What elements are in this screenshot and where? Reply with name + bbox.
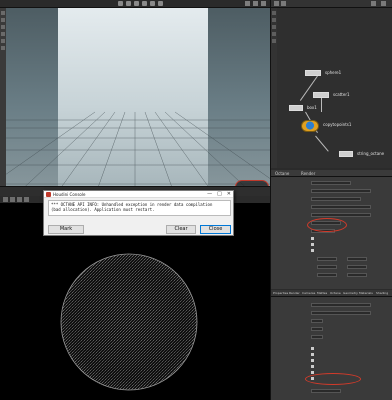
highlight-annotation: [305, 373, 361, 385]
dialog-title: Houdini Console: [53, 192, 86, 197]
param-field[interactable]: [311, 213, 371, 217]
view-menu-icon[interactable]: [261, 1, 266, 6]
tab-render[interactable]: Render: [289, 291, 300, 295]
lights-icon[interactable]: [1, 39, 5, 43]
param-field[interactable]: [311, 205, 371, 209]
pose-icon[interactable]: [150, 1, 155, 6]
houdini-logo-icon: [46, 192, 51, 197]
right-panels: sphere1 scatter1 box1 copytopoints1 stri…: [270, 0, 392, 400]
pane-tool-icon[interactable]: [272, 32, 276, 36]
node-box1[interactable]: [289, 105, 303, 111]
param-field[interactable]: [311, 319, 323, 323]
wireframe-icon[interactable]: [1, 25, 5, 29]
pane-tool-icon[interactable]: [272, 18, 276, 22]
snap-icon[interactable]: [1, 11, 5, 15]
object-parameters[interactable]: [271, 297, 392, 400]
highlight-annotation: [307, 218, 347, 232]
shaded-icon[interactable]: [1, 32, 5, 36]
clear-button[interactable]: Clear: [166, 225, 196, 234]
tab-octane[interactable]: Octane: [330, 291, 341, 295]
pane-tool-icon[interactable]: [272, 39, 276, 43]
network-options-icon[interactable]: [371, 1, 376, 6]
pane-tool-icon[interactable]: [272, 25, 276, 29]
param-field[interactable]: [347, 273, 367, 277]
param-checkbox[interactable]: [311, 347, 314, 350]
param-field[interactable]: [311, 189, 371, 193]
mark-button[interactable]: Mark: [48, 225, 84, 234]
param-field[interactable]: [311, 303, 371, 307]
pivot-icon[interactable]: [1, 18, 5, 22]
console-output[interactable]: *** OCTANE API INFO: Unhandled exception…: [48, 200, 231, 216]
param-field[interactable]: [347, 265, 367, 269]
param-field[interactable]: [311, 327, 323, 331]
houdini-console-dialog: Houdini Console — □ ✕ *** OCTANE API INF…: [43, 190, 234, 236]
node-label: scatter1: [333, 92, 350, 97]
param-field[interactable]: [317, 265, 337, 269]
param-field[interactable]: [311, 181, 351, 185]
node-string-octane[interactable]: [339, 151, 353, 157]
tab-materials[interactable]: Materials: [359, 291, 373, 295]
param-field[interactable]: [317, 273, 337, 277]
param-field[interactable]: [311, 197, 361, 201]
back-icon[interactable]: [274, 1, 279, 6]
node-label: box1: [307, 105, 317, 110]
param-checkbox[interactable]: [311, 243, 314, 246]
node-scatter1[interactable]: [313, 92, 329, 98]
console-message-line: (bad allocation). Application must resta…: [51, 207, 155, 212]
node-sphere1[interactable]: [305, 70, 321, 76]
param-field[interactable]: [347, 257, 367, 261]
scene-viewport[interactable]: [0, 0, 270, 196]
select-tool-icon[interactable]: [118, 1, 123, 6]
node-wire: [321, 98, 322, 112]
ghost-icon[interactable]: [1, 46, 5, 50]
viewport-toolbar: [0, 0, 270, 8]
param-field[interactable]: [317, 257, 337, 261]
param-checkbox[interactable]: [311, 249, 314, 252]
pane-tool-icon[interactable]: [272, 11, 276, 15]
param-field[interactable]: [311, 389, 341, 393]
tab-properties[interactable]: Properties: [273, 291, 288, 295]
network-editor[interactable]: sphere1 scatter1 box1 copytopoints1 stri…: [277, 8, 392, 168]
param-field[interactable]: [311, 311, 371, 315]
node-copytopoints1[interactable]: [301, 120, 319, 132]
close-button[interactable]: Close: [200, 225, 231, 234]
node-label: string_octane: [357, 151, 385, 156]
handle-icon[interactable]: [158, 1, 163, 6]
rotate-icon[interactable]: [134, 1, 139, 6]
param-checkbox[interactable]: [311, 359, 314, 362]
tab-octane[interactable]: Octane: [275, 171, 289, 176]
network-help-icon[interactable]: [381, 1, 386, 6]
close-icon[interactable]: ✕: [227, 191, 231, 198]
object-section-tabs: Properties Render Cameras Mattes Octane …: [271, 290, 392, 297]
tab-geometry[interactable]: Geometry: [343, 291, 358, 295]
houdini-window: Houdini Console — □ ✕ *** OCTANE API INF…: [0, 0, 392, 400]
maximize-icon[interactable]: □: [217, 191, 222, 198]
camera-menu-icon[interactable]: [245, 1, 250, 6]
node-label: copytopoints1: [323, 122, 352, 127]
display-options-icon[interactable]: [253, 1, 258, 6]
forward-icon[interactable]: [281, 1, 286, 6]
tab-shading[interactable]: Shading: [376, 291, 388, 295]
parameter-editor[interactable]: [271, 177, 392, 289]
transform-icon[interactable]: [126, 1, 131, 6]
node-label: sphere1: [325, 70, 342, 75]
parameter-tabs: Octane Render: [271, 170, 392, 177]
dialog-title-bar[interactable]: Houdini Console — □ ✕: [44, 191, 233, 198]
scale-icon[interactable]: [142, 1, 147, 6]
tab-render[interactable]: Render: [301, 171, 315, 176]
param-checkbox[interactable]: [311, 365, 314, 368]
param-checkbox[interactable]: [311, 237, 314, 240]
param-field[interactable]: [311, 335, 323, 339]
ground-grid: [0, 111, 270, 196]
viewport-left-toolbar: [0, 8, 6, 196]
tab-mattes[interactable]: Mattes: [317, 291, 327, 295]
network-toolbar: [271, 0, 392, 8]
tab-cameras[interactable]: Cameras: [302, 291, 315, 295]
node-wire: [315, 135, 329, 152]
param-checkbox[interactable]: [311, 353, 314, 356]
minimize-icon[interactable]: —: [207, 191, 212, 198]
